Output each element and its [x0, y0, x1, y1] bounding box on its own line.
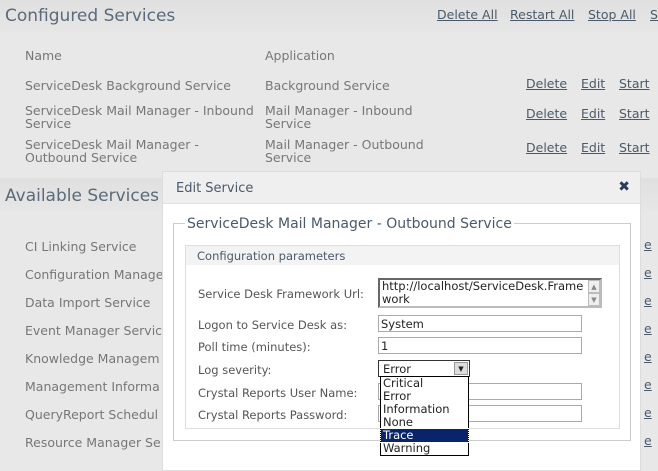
cr-user-label: Crystal Reports User Name:: [198, 386, 358, 400]
available-service-item: QueryReport Schedul: [25, 407, 159, 422]
service-name-cont: Service: [25, 116, 72, 131]
service-application: Background Service: [265, 78, 390, 93]
logon-input[interactable]: [378, 315, 582, 332]
delete-link[interactable]: Delete: [526, 106, 567, 121]
service-application-cont: Service: [265, 116, 312, 131]
logon-label: Logon to Service Desk as:: [198, 318, 348, 332]
configured-title: Configured Services: [5, 6, 176, 26]
severity-option[interactable]: Warning: [381, 442, 468, 455]
log-severity-select[interactable]: Error ▼: [378, 360, 470, 377]
available-service-item: Resource Manager Se: [25, 435, 161, 450]
config-section-title: Configuration parameters: [186, 246, 619, 265]
add-service-link[interactable]: e: [644, 321, 652, 336]
stop-all-link[interactable]: Stop All: [588, 7, 636, 22]
available-service-item: Event Manager Servic: [25, 323, 163, 338]
chevron-down-icon[interactable]: ▼: [454, 362, 468, 375]
poll-time-input[interactable]: [378, 337, 582, 354]
delete-link[interactable]: Delete: [526, 140, 567, 155]
url-textarea[interactable]: http://localhost/ServiceDesk.Framework ▲…: [378, 278, 602, 308]
name-header: Name: [25, 48, 62, 63]
dialog-title: Edit Service: [176, 181, 254, 196]
url-label: Service Desk Framework Url:: [198, 287, 364, 301]
edit-link[interactable]: Edit: [581, 76, 605, 91]
available-service-item: Data Import Service: [25, 295, 151, 310]
restart-all-link[interactable]: Restart All: [510, 7, 574, 22]
scroll-down-icon[interactable]: ▼: [588, 293, 600, 306]
edit-link[interactable]: Edit: [581, 140, 605, 155]
severity-dropdown: Critical Error Information None Trace Warning: [380, 376, 469, 456]
delete-link[interactable]: Delete: [526, 76, 567, 91]
dialog-header: Edit Service ✖: [163, 172, 640, 204]
service-name-cont: Outbound Service: [25, 150, 138, 165]
severity-label: Log severity:: [198, 363, 272, 377]
start-link[interactable]: Start: [619, 106, 650, 121]
available-service-item: Management Informa: [25, 379, 160, 394]
start-link[interactable]: Start: [619, 76, 650, 91]
start-all-link[interactable]: S: [650, 7, 658, 22]
add-service-link[interactable]: e: [644, 405, 652, 420]
add-service-link[interactable]: e: [644, 293, 652, 308]
available-title: Available Services: [5, 186, 160, 206]
service-application-cont: Service: [265, 150, 312, 165]
service-name: ServiceDesk Background Service: [25, 78, 231, 93]
edit-service-dialog: Edit Service ✖ ServiceDesk Mail Manager …: [162, 171, 641, 471]
close-icon[interactable]: ✖: [618, 179, 630, 195]
add-service-link[interactable]: e: [644, 237, 652, 252]
available-service-item: CI Linking Service: [25, 239, 137, 254]
scroll-up-icon[interactable]: ▲: [588, 280, 600, 293]
available-service-item: Knowledge Managem: [25, 351, 160, 366]
add-service-link[interactable]: e: [644, 433, 652, 448]
application-header: Application: [265, 48, 335, 63]
service-legend: ServiceDesk Mail Manager - Outbound Serv…: [185, 216, 514, 232]
cr-pass-label: Crystal Reports Password:: [198, 408, 348, 422]
add-service-link[interactable]: e: [644, 349, 652, 364]
available-service-item: Configuration Manage: [25, 267, 164, 282]
add-service-link[interactable]: e: [644, 265, 652, 280]
poll-label: Poll time (minutes):: [198, 340, 311, 354]
delete-all-link[interactable]: Delete All: [437, 7, 498, 22]
start-link[interactable]: Start: [619, 140, 650, 155]
add-service-link[interactable]: e: [644, 377, 652, 392]
edit-link[interactable]: Edit: [581, 106, 605, 121]
